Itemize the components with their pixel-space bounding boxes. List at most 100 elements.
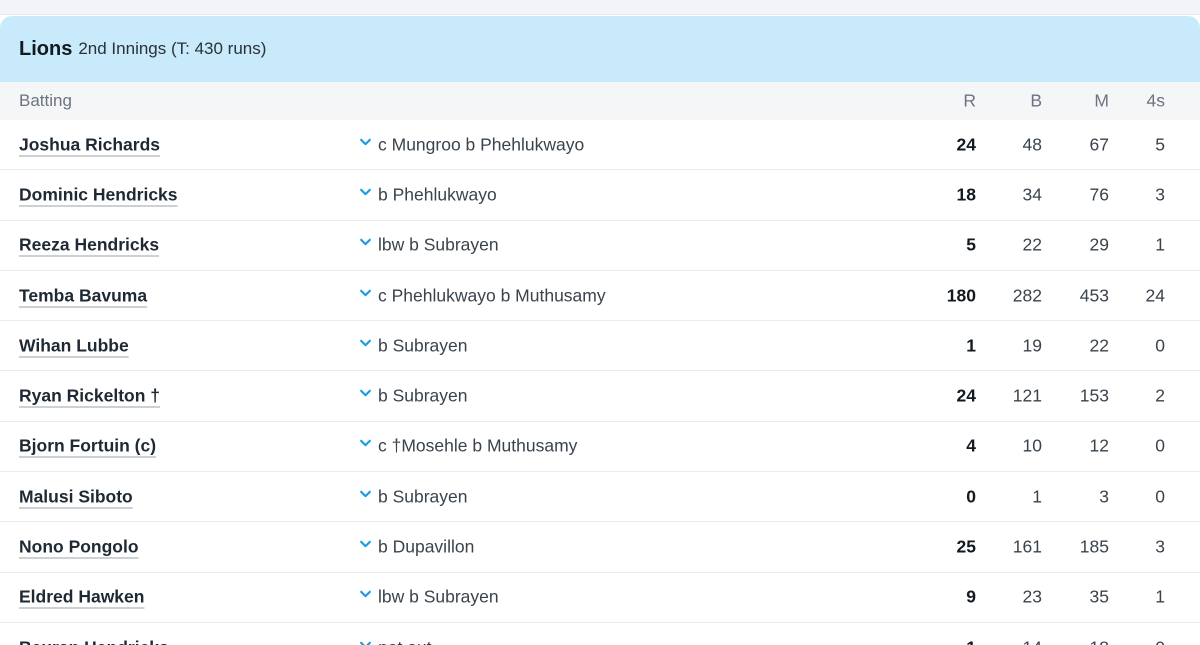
batting-rows: Joshua Richards c Mungroo b Phehlukwayo … [0, 120, 1200, 645]
dismissal-text: lbw b Subrayen [378, 234, 499, 255]
dismissal-text: c †Mosehle b Muthusamy [378, 435, 578, 456]
col-balls: B [1030, 90, 1042, 111]
dismissal-toggle[interactable]: c Phehlukwayo b Muthusamy [359, 285, 606, 306]
minutes-value: 67 [1089, 134, 1109, 155]
minutes-value: 18 [1090, 637, 1109, 645]
balls-value: 19 [1022, 335, 1042, 356]
batter-row: Beuran Hendricks not out 1 14 18 0 [0, 623, 1200, 645]
batter-cell: Nono Pongolo [19, 537, 139, 558]
batter-row: Temba Bavuma c Phehlukwayo b Muthusamy 1… [0, 271, 1200, 322]
balls-value: 14 [1023, 637, 1042, 645]
chevron-down-icon [360, 440, 371, 447]
balls-value: 282 [1012, 285, 1042, 306]
batter-cell: Beuran Hendricks [19, 637, 169, 645]
col-fours: 4s [1146, 90, 1165, 111]
dismissal-text: not out [378, 637, 432, 645]
minutes-value: 453 [1079, 285, 1109, 306]
batter-name-link[interactable]: Bjorn Fortuin (c) [19, 436, 156, 456]
innings-description: 2nd Innings (T: 430 runs) [78, 39, 267, 58]
balls-value: 22 [1022, 234, 1042, 255]
col-runs: R [963, 90, 976, 111]
chevron-down-icon [360, 339, 371, 347]
batter-name-link[interactable]: Wihan Lubbe [19, 335, 129, 355]
batter-name-link[interactable]: Ryan Rickelton † [19, 386, 160, 406]
balls-value: 34 [1022, 184, 1042, 205]
chevron-down-icon [360, 641, 371, 645]
batter-cell: Ryan Rickelton † [19, 386, 160, 407]
batter-cell: Dominic Hendricks [19, 184, 178, 205]
batter-cell: Temba Bavuma [19, 285, 147, 306]
chevron-down-icon [360, 188, 371, 196]
dismissal-text: b Subrayen [378, 385, 468, 406]
minutes-value: 35 [1089, 586, 1109, 607]
chevron-down-icon [360, 591, 371, 598]
batter-name-link[interactable]: Eldred Hawken [19, 587, 144, 607]
runs-value: 5 [966, 234, 976, 255]
batter-name-link[interactable]: Temba Bavuma [19, 285, 147, 305]
balls-value: 161 [1012, 536, 1042, 557]
minutes-value: 12 [1089, 435, 1109, 456]
batting-scorecard: Lions 2nd Innings (T: 430 runs) Batting … [0, 16, 1200, 645]
batter-name-link[interactable]: Beuran Hendricks [19, 637, 169, 645]
fours-value: 1 [1155, 586, 1165, 607]
innings-header[interactable]: Lions 2nd Innings (T: 430 runs) [0, 16, 1200, 82]
dismissal-text: b Dupavillon [378, 536, 475, 557]
chevron-down-icon [360, 289, 371, 296]
runs-value: 24 [956, 385, 976, 406]
batter-cell: Joshua Richards [19, 134, 160, 155]
batter-name-link[interactable]: Nono Pongolo [19, 537, 139, 557]
dismissal-toggle[interactable]: b Dupavillon [359, 537, 474, 558]
fours-value: 1 [1155, 234, 1165, 255]
batter-cell: Bjorn Fortuin (c) [19, 436, 156, 457]
balls-value: 48 [1022, 134, 1042, 155]
chevron-down-icon [360, 238, 371, 246]
dismissal-toggle[interactable]: b Subrayen [359, 335, 468, 356]
dismissal-toggle[interactable]: lbw b Subrayen [359, 235, 499, 256]
batter-name-link[interactable]: Joshua Richards [19, 134, 160, 154]
batter-row: Bjorn Fortuin (c) c †Mosehle b Muthusamy… [0, 422, 1200, 473]
chevron-down-icon [360, 490, 371, 497]
runs-value: 0 [966, 486, 976, 507]
batter-name-link[interactable]: Dominic Hendricks [19, 184, 178, 204]
fours-value: 0 [1155, 637, 1165, 645]
dismissal-toggle[interactable]: lbw b Subrayen [359, 587, 499, 608]
dismissal-text: b Subrayen [378, 335, 468, 356]
batter-row: Eldred Hawken lbw b Subrayen 9 23 35 1 [0, 573, 1200, 623]
batter-row: Joshua Richards c Mungroo b Phehlukwayo … [0, 120, 1200, 171]
fours-value: 0 [1155, 335, 1165, 356]
fours-value: 0 [1155, 486, 1165, 507]
top-divider [0, 0, 1200, 15]
dismissal-toggle[interactable]: b Phehlukwayo [359, 184, 497, 205]
minutes-value: 29 [1089, 234, 1109, 255]
dismissal-text: c Phehlukwayo b Muthusamy [378, 285, 606, 306]
runs-value: 25 [956, 536, 976, 557]
dismissal-toggle[interactable]: b Subrayen [359, 386, 468, 407]
dismissal-text: b Subrayen [378, 486, 468, 507]
fours-value: 3 [1155, 184, 1165, 205]
dismissal-text: lbw b Subrayen [378, 586, 499, 607]
col-minutes: M [1094, 90, 1109, 111]
runs-value: 1 [966, 637, 976, 645]
batter-name-link[interactable]: Reeza Hendricks [19, 235, 159, 255]
minutes-value: 3 [1099, 486, 1109, 507]
column-header-row: Batting R B M 4s [0, 82, 1200, 120]
fours-value: 24 [1145, 285, 1165, 306]
batter-row: Dominic Hendricks b Phehlukwayo 18 34 76… [0, 170, 1200, 221]
minutes-value: 185 [1079, 536, 1109, 557]
dismissal-toggle[interactable]: not out [359, 637, 432, 645]
batter-cell: Wihan Lubbe [19, 335, 129, 356]
fours-value: 2 [1155, 385, 1165, 406]
batter-name-link[interactable]: Malusi Siboto [19, 486, 133, 506]
runs-value: 180 [946, 285, 976, 306]
batter-row: Nono Pongolo b Dupavillon 25 161 185 3 [0, 522, 1200, 573]
balls-value: 10 [1022, 435, 1042, 456]
dismissal-toggle[interactable]: c Mungroo b Phehlukwayo [359, 134, 584, 155]
batter-row: Ryan Rickelton † b Subrayen 24 121 153 2 [0, 371, 1200, 422]
runs-value: 24 [956, 134, 976, 155]
dismissal-toggle[interactable]: b Subrayen [359, 486, 468, 507]
balls-value: 121 [1012, 385, 1042, 406]
fours-value: 0 [1155, 435, 1165, 456]
batter-row: Malusi Siboto b Subrayen 0 1 3 0 [0, 472, 1200, 523]
balls-value: 1 [1032, 486, 1042, 507]
dismissal-toggle[interactable]: c †Mosehle b Muthusamy [359, 436, 577, 457]
